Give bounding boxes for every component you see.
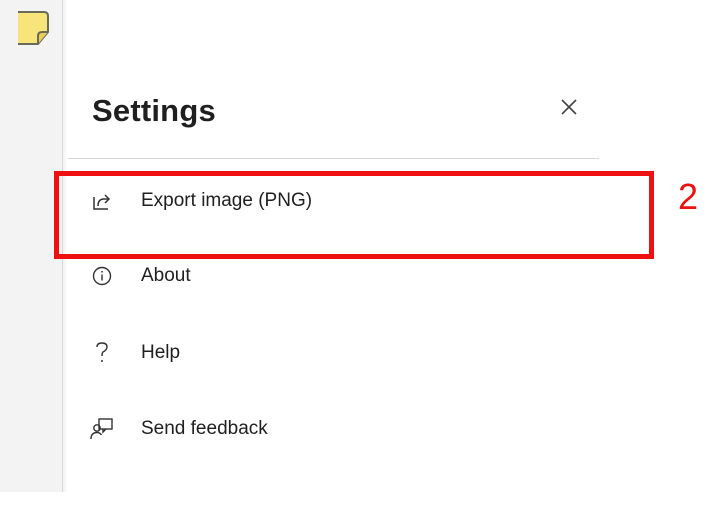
app-side-strip <box>0 0 63 492</box>
help-icon <box>90 341 114 365</box>
app-window: Settings Export image (PNG) About Help S… <box>0 0 710 517</box>
close-icon <box>560 98 578 121</box>
menu-item-feedback[interactable]: Send feedback <box>68 403 599 455</box>
divider <box>68 158 599 159</box>
annotation-number: 2 <box>678 176 699 217</box>
menu-item-help[interactable]: Help <box>68 327 599 379</box>
menu-item-export[interactable]: Export image (PNG) <box>68 175 599 227</box>
export-icon <box>90 189 114 213</box>
menu-item-label: Help <box>141 342 181 363</box>
info-icon <box>90 264 114 288</box>
settings-panel: Settings Export image (PNG) About Help S… <box>68 0 710 517</box>
sticky-note-icon[interactable] <box>15 10 56 48</box>
menu-item-about[interactable]: About <box>68 250 599 302</box>
menu-item-label: About <box>141 265 191 286</box>
menu-item-label: Send feedback <box>141 418 268 439</box>
feedback-icon <box>90 417 114 441</box>
close-button[interactable] <box>554 94 584 124</box>
page-title: Settings <box>92 93 216 128</box>
menu-item-label: Export image (PNG) <box>141 190 313 211</box>
